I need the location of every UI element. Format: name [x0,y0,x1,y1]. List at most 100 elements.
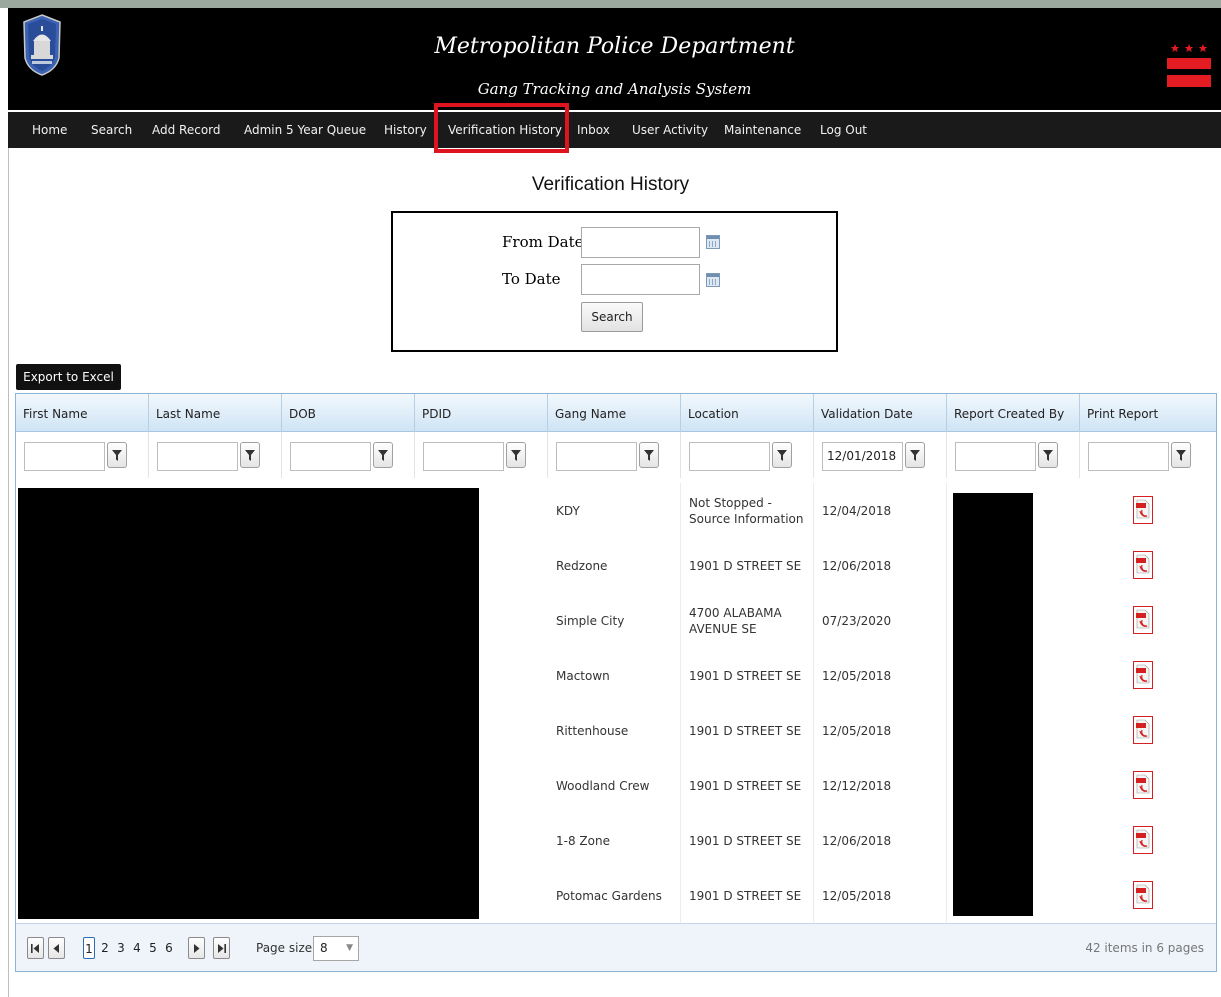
filter-input-validation-date[interactable]: 12/01/2018 [822,442,903,471]
from-date-label: From Date [502,233,584,251]
next-page-icon[interactable] [188,937,205,959]
column-header-print-report[interactable]: Print Report [1080,394,1216,432]
column-header-validation-date[interactable]: Validation Date [814,394,947,432]
location-cell: 4700 ALABAMA AVENUE SE [681,593,814,648]
page-3[interactable]: 3 [115,937,127,959]
filter-icon[interactable] [107,442,127,468]
nav-maintenance[interactable]: Maintenance [724,123,801,137]
prev-page-icon[interactable] [48,937,65,959]
column-header-dob[interactable]: DOB [282,394,415,432]
main-nav: Home Search Add Record Admin 5 Year Queu… [8,112,1221,148]
pdf-icon[interactable] [1133,716,1153,744]
pdf-icon[interactable] [1133,881,1153,909]
from-date-input[interactable] [581,227,700,258]
page-size-select[interactable]: 8 ▼ [313,936,359,961]
page-title: Verification History [531,174,690,195]
pdf-icon[interactable] [1133,826,1153,854]
page-6[interactable]: 6 [163,937,175,959]
filter-input-print-report[interactable] [1088,442,1169,471]
date-filter-panel: From Date To Date Search [391,211,838,352]
filter-icon[interactable] [905,442,925,468]
first-page-icon[interactable] [27,937,44,959]
pdf-icon[interactable] [1133,606,1153,634]
filter-icon[interactable] [772,442,792,468]
gang-name-cell: Simple City [548,593,681,648]
column-header-last-name[interactable]: Last Name [149,394,282,432]
site-header: Metropolitan Police Department Gang Trac… [8,8,1221,110]
nav-history[interactable]: History [384,123,427,137]
nav-user-activity[interactable]: User Activity [632,123,708,137]
validation-date-cell: 12/05/2018 [814,703,947,758]
export-to-excel-button[interactable]: Export to Excel [16,364,121,390]
pdf-icon[interactable] [1133,551,1153,579]
filter-cell [1080,432,1216,478]
to-date-input[interactable] [581,264,700,295]
nav-add-record[interactable]: Add Record [152,123,221,137]
redaction-block [18,488,479,919]
filter-icon[interactable] [639,442,659,468]
location-cell: 1901 D STREET SE [681,538,814,593]
validation-date-cell: 12/05/2018 [814,648,947,703]
nav-admin-5-year-queue[interactable]: Admin 5 Year Queue [244,123,366,137]
filter-input-gang-name[interactable] [556,442,637,471]
to-date-label: To Date [502,270,561,288]
page-size-value: 8 [320,941,328,955]
search-button[interactable]: Search [581,302,643,332]
page-1[interactable]: 1 [83,937,95,959]
location-cell: 1901 D STREET SE [681,868,814,923]
validation-date-cell: 12/12/2018 [814,758,947,813]
filter-icon[interactable] [373,442,393,468]
top-strip [0,0,1221,8]
nav-home[interactable]: Home [32,123,67,137]
filter-cell: 12/01/2018 [814,432,947,478]
filter-icon[interactable] [1038,442,1058,468]
last-page-icon[interactable] [213,937,230,959]
filter-cell [16,432,149,478]
location-cell: Not Stopped - Source Information [681,483,814,538]
pdf-icon[interactable] [1133,496,1153,524]
nav-inbox[interactable]: Inbox [577,123,610,137]
gang-name-cell: Rittenhouse [548,703,681,758]
filter-icon[interactable] [1171,442,1191,468]
validation-date-cell: 12/05/2018 [814,868,947,923]
filter-icon[interactable] [506,442,526,468]
column-header-pdid[interactable]: PDID [415,394,548,432]
pdf-icon[interactable] [1133,661,1153,689]
filter-input-report-created-by[interactable] [955,442,1036,471]
column-header-location[interactable]: Location [681,394,814,432]
redaction-block [953,493,1033,916]
location-cell: 1901 D STREET SE [681,648,814,703]
filter-input-last-name[interactable] [157,442,238,471]
page-5[interactable]: 5 [147,937,159,959]
pager-summary: 42 items in 6 pages [1085,941,1204,955]
page-2[interactable]: 2 [99,937,111,959]
nav-search[interactable]: Search [91,123,132,137]
filter-icon[interactable] [240,442,260,468]
filter-input-dob[interactable] [290,442,371,471]
column-header-gang-name[interactable]: Gang Name [548,394,681,432]
gang-name-cell: Mactown [548,648,681,703]
page-4[interactable]: 4 [131,937,143,959]
filter-cell [282,432,415,478]
nav-verification-history[interactable]: Verification History [448,123,562,137]
gang-name-cell: Potomac Gardens [548,868,681,923]
validation-date-cell: 07/23/2020 [814,593,947,648]
nav-log-out[interactable]: Log Out [820,123,867,137]
filter-input-first-name[interactable] [24,442,105,471]
filter-input-location[interactable] [689,442,770,471]
calendar-icon[interactable] [706,273,720,287]
calendar-icon[interactable] [706,235,720,249]
pdf-icon[interactable] [1133,771,1153,799]
filter-cell [149,432,282,478]
filter-input-pdid[interactable] [423,442,504,471]
validation-date-cell: 12/06/2018 [814,813,947,868]
page-size-label: Page size: [256,941,317,955]
header-subtitle: Gang Tracking and Analysis System [477,80,752,98]
chevron-down-icon: ▼ [346,943,353,953]
filter-cell [947,432,1080,478]
gang-name-cell: Woodland Crew [548,758,681,813]
column-header-report-created-by[interactable]: Report Created By [947,394,1080,432]
dc-flag-icon [1167,44,1211,87]
column-header-first-name[interactable]: First Name [16,394,149,432]
gang-name-cell: 1-8 Zone [548,813,681,868]
